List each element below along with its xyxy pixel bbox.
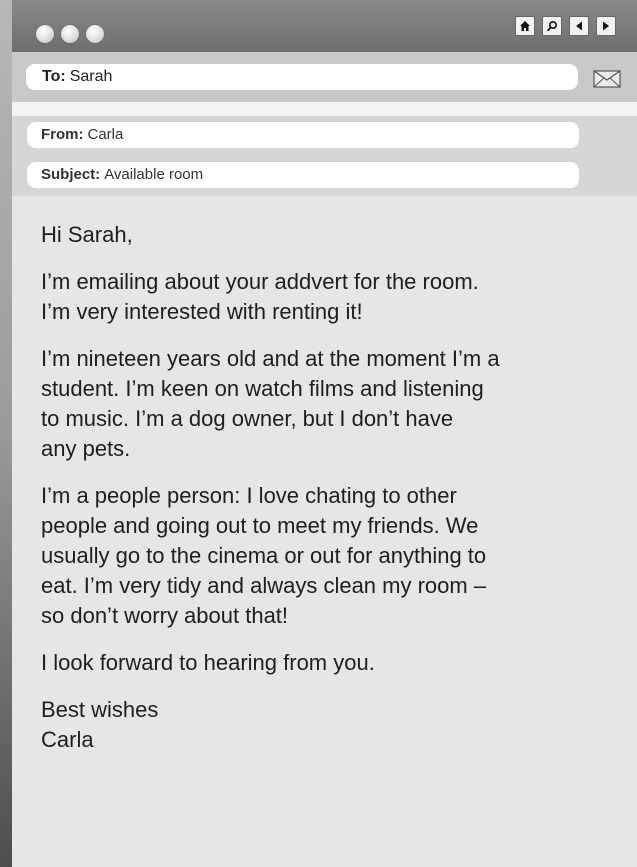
to-field[interactable]: To: Sarah [26,64,578,90]
back-button[interactable] [569,16,589,36]
from-label: From: [41,126,84,143]
window-dot-2[interactable] [61,25,79,43]
title-bar [12,0,637,52]
from-field[interactable]: From: Carla [27,122,579,148]
window-dot-1[interactable] [36,25,54,43]
from-value: Carla [87,126,124,143]
subject-label: Subject: [41,166,101,183]
divider [12,102,637,116]
back-arrow-icon [576,21,582,31]
home-button[interactable] [515,16,535,36]
recipient-bar: To: Sarah [12,52,637,102]
to-label: To: [42,68,66,85]
window-dot-3[interactable] [86,25,104,43]
message-paragraph-1: I’m emailing about your addvert for the … [41,269,479,324]
message-paragraph-3: I’m a people person: I love chating to o… [41,483,487,628]
message-signoff: Best wishes Carla [41,697,159,752]
subject-field[interactable]: Subject: Available room [27,162,579,188]
window-left-edge [0,0,12,867]
message-paragraph-4: I look forward to hearing from you. [41,650,375,675]
subject-value: Available room [104,166,204,183]
envelope-icon[interactable] [593,70,621,88]
message-header: From: Carla Subject: Available room [12,116,637,196]
to-value: Sarah [69,68,113,85]
message-greeting: Hi Sarah, [41,222,133,247]
search-button[interactable] [542,16,562,36]
home-icon [520,21,530,31]
forward-button[interactable] [596,16,616,36]
message-body-area[interactable]: Hi Sarah, I’m emailing about your addver… [12,196,637,867]
message-paragraph-2: I’m nineteen years old and at the moment… [41,346,500,461]
search-icon [546,20,558,32]
message-body: Hi Sarah, I’m emailing about your addver… [41,220,611,772]
forward-arrow-icon [603,21,609,31]
